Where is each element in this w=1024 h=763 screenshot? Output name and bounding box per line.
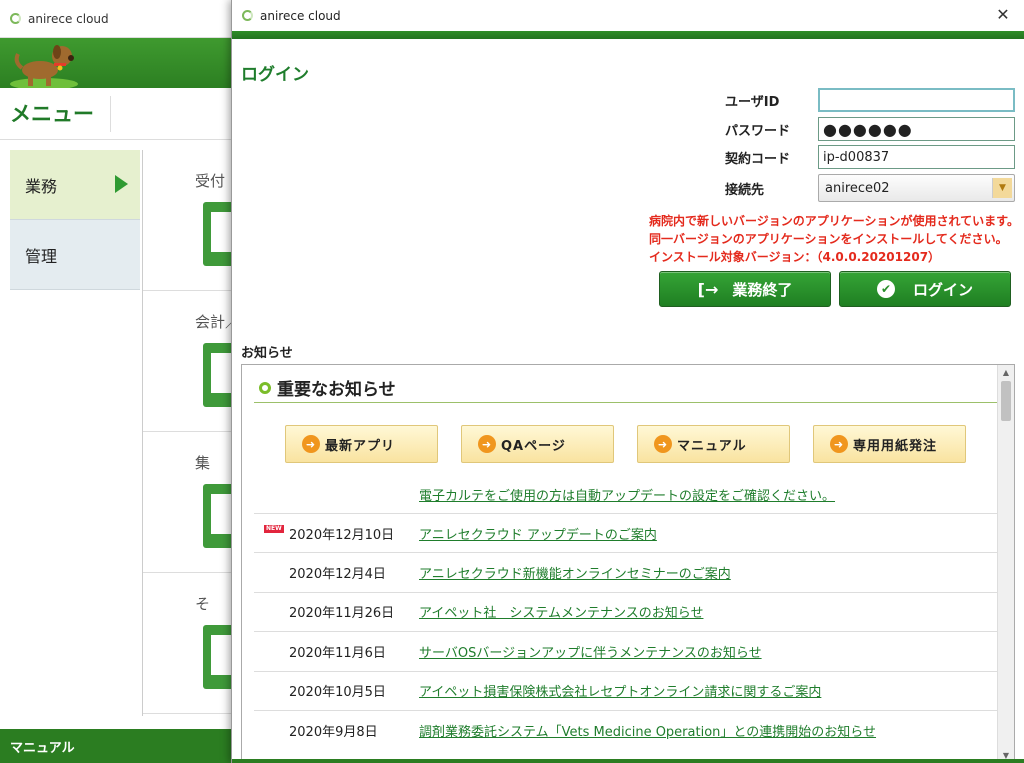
quick-button-label: 最新アプリ xyxy=(325,438,396,454)
news-link[interactable]: アニレセクラウド アップデートのご案内 xyxy=(419,524,657,543)
connection-value: anirece02 xyxy=(825,180,890,196)
important-notices-heading: 重要なお知らせ xyxy=(254,373,997,403)
warning-line: 病院内で新しいバージョンのアプリケーションが使用されています。 xyxy=(649,214,1019,228)
password-input[interactable]: ●●●●●● xyxy=(818,117,1015,141)
notices-scrollbar[interactable]: ▲ ▼ xyxy=(997,365,1014,762)
menu-tiles: 受付 会計／ 集 そ xyxy=(142,150,239,716)
warning-line: インストール対象バージョン：（4.0.0.20201207） xyxy=(649,250,941,264)
exit-button-label: 業務終了 xyxy=(732,280,793,299)
sidebar-item-management[interactable]: 管理 xyxy=(10,220,140,290)
auto-update-link[interactable]: 電子カルテをご使用の方は自動アップデートの設定をご確認ください。 xyxy=(419,485,835,504)
tile-accounting[interactable]: 会計／ xyxy=(143,291,239,432)
contract-code-input[interactable] xyxy=(818,145,1015,169)
tile-aggregate[interactable]: 集 xyxy=(143,432,239,573)
dialog-title: anirece cloud xyxy=(260,8,341,23)
app-logo-icon xyxy=(10,13,21,24)
dog-mascot-icon xyxy=(10,45,78,88)
background-titlebar: anirece cloud xyxy=(0,0,239,38)
arrow-right-circle-icon: ➜ xyxy=(654,435,672,453)
sidebar-item-label: 業務 xyxy=(25,176,58,196)
tile-other[interactable]: そ xyxy=(143,573,239,714)
qa-page-button[interactable]: ➜ QAページ xyxy=(461,425,614,463)
menu-heading: メニュー xyxy=(0,88,239,140)
tile-label: 集 xyxy=(195,454,211,472)
tile-label: そ xyxy=(195,595,211,613)
warning-line: 同一バージョンのアプリケーションをインストールしてください。 xyxy=(649,232,1008,246)
contract-code-label: 契約コード xyxy=(725,151,791,167)
login-dialog: anirece cloud ✕ ログイン ユーザID パスワード ●●●●●● … xyxy=(231,0,1024,763)
quick-button-label: QAページ xyxy=(501,438,566,454)
quick-button-label: 専用用紙発注 xyxy=(853,438,938,454)
news-link[interactable]: アイペット社 システムメンテナンスのお知らせ xyxy=(419,602,703,621)
login-button-label: ログイン xyxy=(912,280,973,299)
paper-order-button[interactable]: ➜ 専用用紙発注 xyxy=(813,425,966,463)
userid-label: ユーザID xyxy=(725,94,780,110)
arrow-right-circle-icon: ➜ xyxy=(478,435,496,453)
header-divider xyxy=(232,31,1024,39)
arrow-right-circle-icon: ➜ xyxy=(302,435,320,453)
news-date: 2020年12月4日 xyxy=(289,567,386,583)
new-badge: NEW xyxy=(264,525,284,533)
app-logo-icon xyxy=(242,10,253,21)
sidebar-item-business[interactable]: 業務 xyxy=(10,150,140,220)
news-link[interactable]: アイペット損害保険株式会社レセプトオンライン請求に関するご案内 xyxy=(419,681,821,700)
header-banner xyxy=(0,38,239,88)
news-list: NEW 2020年12月10日 アニレセクラウド アップデートのご案内 2020… xyxy=(254,513,997,749)
password-row: パスワード ●●●●●● xyxy=(725,117,1015,141)
quick-button-label: マニュアル xyxy=(677,438,747,454)
version-warning: 病院内で新しいバージョンのアプリケーションが使用されています。 同一バージョンの… xyxy=(649,212,1019,266)
scroll-thumb[interactable] xyxy=(1001,381,1011,421)
chevron-down-icon[interactable]: ▼ xyxy=(992,178,1012,198)
userid-row: ユーザID xyxy=(725,88,1015,112)
news-row: NEW 2020年12月10日 アニレセクラウド アップデートのご案内 xyxy=(254,513,997,552)
connection-label: 接続先 xyxy=(725,182,765,198)
notices-label: お知らせ xyxy=(241,346,293,361)
menu-title: メニュー xyxy=(10,95,111,132)
sidebar-item-label: 管理 xyxy=(25,246,58,266)
news-date: 2020年11月26日 xyxy=(289,606,395,622)
dialog-titlebar: anirece cloud xyxy=(232,0,1024,31)
check-icon: ✔ xyxy=(876,280,895,298)
latest-app-button[interactable]: ➜ 最新アプリ xyxy=(285,425,438,463)
sidebar-nav: 業務 管理 xyxy=(10,150,140,290)
manual-button[interactable]: ➜ マニュアル xyxy=(637,425,790,463)
notices-panel: 重要なお知らせ ➜ 最新アプリ ➜ QAページ ➜ マニュアル ➜ 専用用紙発注… xyxy=(241,364,1015,763)
close-button[interactable]: ✕ xyxy=(990,4,1016,26)
login-heading: ログイン xyxy=(241,65,309,85)
tile-reception[interactable]: 受付 xyxy=(143,150,239,291)
tile-label: 受付 xyxy=(195,172,226,190)
important-notices-title: 重要なお知らせ xyxy=(277,380,396,400)
triangle-right-icon xyxy=(115,175,128,193)
userid-input[interactable] xyxy=(818,88,1015,112)
news-row: 2020年12月4日 アニレセクラウド新機能オンラインセミナーのご案内 xyxy=(254,552,997,591)
news-date: 2020年9月8日 xyxy=(289,724,378,740)
news-row: 2020年11月26日 アイペット社 システムメンテナンスのお知らせ xyxy=(254,591,997,631)
news-link[interactable]: アニレセクラウド新機能オンラインセミナーのご案内 xyxy=(419,563,731,582)
exit-icon: [→ xyxy=(697,279,719,299)
exit-button[interactable]: [→ 業務終了 xyxy=(659,271,831,307)
circle-bullet-icon xyxy=(259,381,271,394)
news-date: 2020年10月5日 xyxy=(289,685,386,701)
password-label: パスワード xyxy=(725,123,791,139)
login-button[interactable]: ✔ ログイン xyxy=(839,271,1011,307)
news-link[interactable]: サーバOSバージョンアップに伴うメンテナンスのお知らせ xyxy=(419,642,762,661)
contract-row: 契約コード xyxy=(725,145,1015,169)
news-row: 2020年11月6日 サーバOSバージョンアップに伴うメンテナンスのお知らせ xyxy=(254,631,997,670)
manual-footer-link[interactable]: マニュアル xyxy=(0,729,239,763)
news-row: 2020年10月5日 アイペット損害保険株式会社レセプトオンライン請求に関するご… xyxy=(254,670,997,710)
background-window: anirece cloud メニュー 業務 管理 受付 会計／ 集 そ マニュア… xyxy=(0,0,240,763)
arrow-right-circle-icon: ➜ xyxy=(830,435,848,453)
news-date: 2020年11月6日 xyxy=(289,645,386,661)
dialog-bottom-bar xyxy=(232,759,1024,763)
scroll-up-icon[interactable]: ▲ xyxy=(998,365,1014,381)
news-row: 2020年9月8日 調剤業務委託システム「Vets Medicine Opera… xyxy=(254,709,997,749)
connection-select[interactable]: anirece02 ▼ xyxy=(818,174,1015,202)
connection-row: 接続先 anirece02 ▼ xyxy=(725,174,1015,202)
background-window-title: anirece cloud xyxy=(28,11,109,26)
news-link[interactable]: 調剤業務委託システム「Vets Medicine Operation」との連携開… xyxy=(419,721,876,740)
